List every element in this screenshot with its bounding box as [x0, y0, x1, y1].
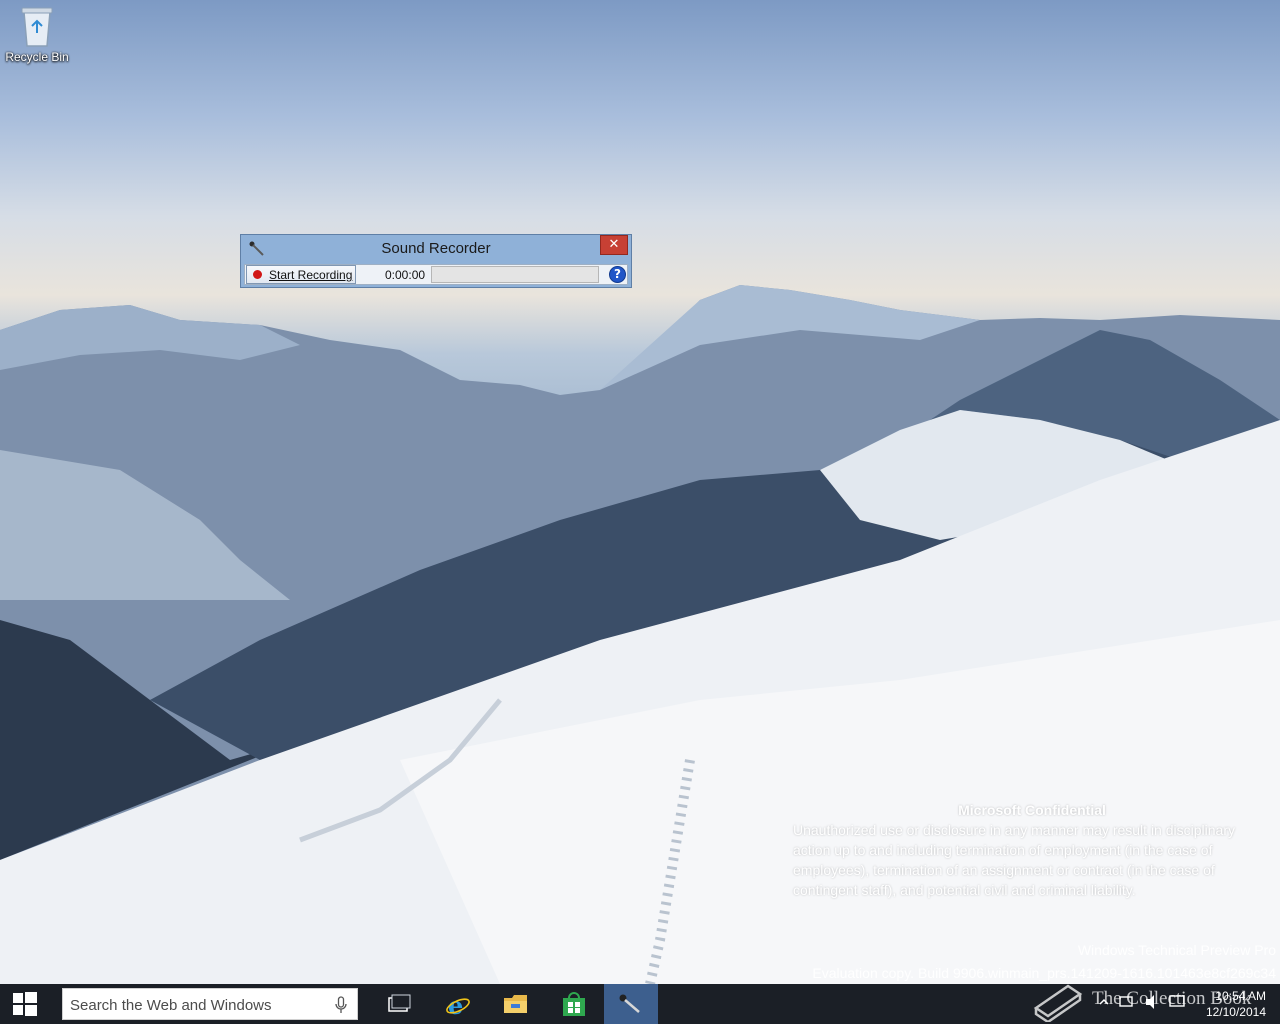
confidential-notice: Microsoft Confidential Unauthorized use …	[793, 800, 1271, 900]
window-title: Sound Recorder	[381, 240, 491, 257]
start-button[interactable]	[0, 984, 48, 1024]
record-dot-icon	[253, 270, 262, 279]
microphone-icon	[619, 994, 640, 1013]
microphone-icon[interactable]	[335, 996, 347, 1014]
start-recording-button[interactable]: Start Recording	[246, 265, 356, 284]
level-meter	[431, 266, 599, 283]
recycle-bin-icon	[20, 4, 54, 48]
book-logo-icon	[1033, 984, 1083, 1022]
taskbar-item-store[interactable]	[548, 984, 598, 1024]
taskbar-item-internet-explorer[interactable]: e	[432, 984, 482, 1024]
confidential-body: Unauthorized use or disclosure in any ma…	[793, 822, 1235, 898]
sound-recorder-window[interactable]: Sound Recorder ✕ Start Recording 0:00:00…	[240, 234, 632, 288]
taskbar-item-task-view[interactable]	[374, 984, 424, 1024]
elapsed-time: 0:00:00	[385, 268, 426, 282]
recorder-toolbar: Start Recording 0:00:00 ?	[244, 264, 628, 285]
task-view-icon	[388, 994, 411, 1012]
window-titlebar[interactable]: Sound Recorder ✕	[241, 235, 631, 263]
taskbar-item-file-explorer[interactable]	[490, 984, 540, 1024]
desktop-icon-recycle-bin[interactable]: Recycle Bin	[4, 4, 70, 64]
taskbar-item-sound-recorder[interactable]	[604, 984, 658, 1024]
confidential-title: Microsoft Confidential	[958, 802, 1106, 818]
ie-icon: e	[446, 992, 470, 1018]
close-icon: ✕	[608, 237, 620, 252]
search-placeholder: Search the Web and Windows	[70, 997, 272, 1014]
help-icon: ?	[614, 267, 621, 281]
edition-text: Windows Technical Preview Pro	[1077, 942, 1276, 958]
close-button[interactable]: ✕	[600, 235, 628, 255]
windows-logo-icon	[13, 992, 37, 1016]
desktop-wallpaper: Recycle Bin Sound Recorder ✕ Start Recor…	[0, 0, 1280, 984]
help-button[interactable]: ?	[609, 266, 626, 283]
site-watermark: The Collection Book	[1030, 978, 1270, 1022]
site-watermark-text: The Collection Book	[1092, 988, 1252, 1009]
search-box[interactable]: Search the Web and Windows	[62, 988, 358, 1020]
folder-icon	[504, 995, 527, 1013]
store-icon	[563, 992, 585, 1016]
recycle-bin-label: Recycle Bin	[5, 50, 69, 64]
start-recording-label: Start Recording	[269, 268, 353, 282]
